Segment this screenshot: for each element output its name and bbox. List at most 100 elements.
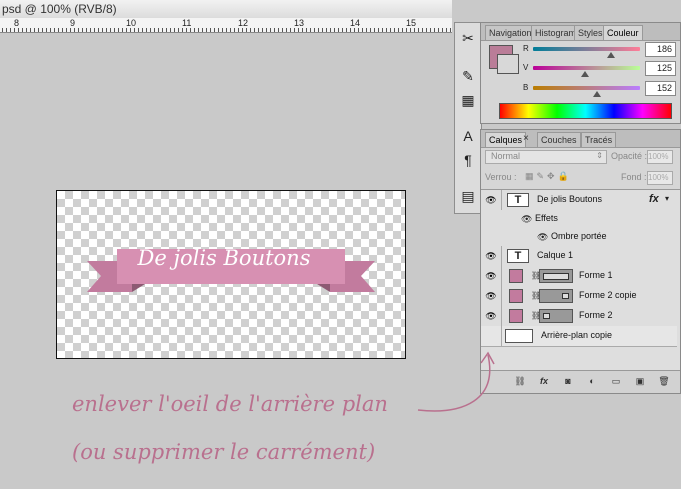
eye-icon[interactable]: 👁 bbox=[481, 190, 502, 210]
collapse-triangle-icon[interactable]: ▾ bbox=[665, 194, 669, 203]
ruler-tick bbox=[370, 28, 371, 32]
ruler-tick bbox=[82, 28, 83, 32]
color-spectrum-bar[interactable] bbox=[499, 103, 672, 119]
ruler-tick bbox=[150, 28, 151, 32]
ruler-tick bbox=[146, 28, 147, 32]
layer-row-de-jolis-boutons[interactable]: 👁 T De jolis Boutons fx ▾ bbox=[481, 190, 677, 211]
background-color-swatch[interactable] bbox=[497, 54, 519, 74]
ruler-tick bbox=[106, 28, 107, 32]
ruler-tick bbox=[198, 28, 199, 32]
annotation-line-1: enlever l'oeil de l'arrière plan bbox=[72, 392, 388, 416]
shape-color-thumbnail bbox=[509, 289, 523, 303]
visibility-toggle-empty[interactable] bbox=[481, 326, 502, 346]
ruler-tick bbox=[250, 28, 251, 32]
ruler-label: 8 bbox=[14, 18, 20, 28]
layer-row-calque-1[interactable]: 👁 T Calque 1 bbox=[481, 246, 677, 267]
eye-icon[interactable]: 👁 bbox=[481, 246, 502, 266]
tab-navigation[interactable]: Navigation bbox=[485, 25, 536, 40]
eye-icon[interactable]: 👁 bbox=[481, 306, 502, 326]
text-layer-icon: T bbox=[507, 193, 529, 207]
ruler-tick bbox=[306, 28, 307, 32]
eye-icon[interactable]: 👁 bbox=[537, 232, 548, 243]
layer-name: Forme 1 bbox=[579, 270, 613, 280]
document-title: psd @ 100% (RVB/8) bbox=[2, 2, 117, 16]
ruler-tick bbox=[282, 28, 283, 32]
ruler-tick bbox=[402, 28, 403, 32]
layer-row-arriere-plan-copie[interactable]: Arrière-plan copie bbox=[481, 326, 677, 347]
eye-icon[interactable]: 👁 bbox=[481, 286, 502, 306]
tab-couches[interactable]: Couches bbox=[537, 132, 581, 147]
ruler-label: 13 bbox=[294, 18, 305, 28]
ruler-tick bbox=[354, 28, 355, 32]
add-layer-style-icon[interactable]: fx bbox=[537, 376, 551, 387]
layer-row-ombre-portee[interactable]: 👁 Ombre portée bbox=[481, 228, 677, 247]
wand-brush-icon[interactable]: ✎ bbox=[457, 65, 479, 87]
ruler-tick bbox=[30, 28, 31, 32]
layer-row-effets[interactable]: 👁 Effets bbox=[481, 210, 677, 229]
eye-icon[interactable]: 👁 bbox=[481, 266, 502, 286]
ruler-label: 9 bbox=[70, 18, 76, 28]
channel-r-value[interactable]: 186 bbox=[645, 42, 676, 57]
ruler-tick bbox=[246, 28, 247, 32]
tab-couleur[interactable]: Couleur bbox=[603, 25, 643, 40]
crossed-tools-icon[interactable]: ✂ bbox=[457, 27, 479, 49]
tab-histogram[interactable]: Histogram bbox=[531, 25, 581, 40]
text-tool-icon[interactable]: A bbox=[457, 125, 479, 147]
ruler-tick bbox=[74, 28, 75, 32]
ruler-tick bbox=[126, 28, 127, 32]
ruler-tick bbox=[110, 28, 111, 32]
ruler-tick bbox=[14, 28, 15, 32]
layer-row-forme-2[interactable]: 👁 ⛓ Forme 2 bbox=[481, 306, 677, 327]
adjustment-layer-icon[interactable]: ◐ bbox=[585, 376, 599, 387]
channel-v-thumb[interactable] bbox=[581, 71, 590, 77]
layer-name: Ombre portée bbox=[551, 231, 607, 241]
ruler-tick bbox=[446, 28, 447, 32]
ruler-tick bbox=[46, 28, 47, 32]
channel-r-slider[interactable] bbox=[533, 47, 640, 51]
channel-b-label: B bbox=[523, 83, 529, 92]
channel-b-thumb[interactable] bbox=[593, 91, 602, 97]
ruler-tick bbox=[202, 28, 203, 32]
blend-mode-select[interactable]: Normal ⇕ bbox=[485, 150, 607, 164]
channel-r-thumb[interactable] bbox=[607, 52, 616, 58]
layer-name: Calque 1 bbox=[537, 250, 574, 260]
ruler-tick bbox=[26, 28, 27, 32]
ruler-tick bbox=[318, 28, 319, 32]
fill-field[interactable]: 100% bbox=[647, 171, 673, 185]
stamp-icon[interactable]: ▦ bbox=[457, 89, 479, 111]
image-canvas[interactable]: De jolis Boutons bbox=[56, 190, 406, 359]
channel-b-slider[interactable] bbox=[533, 86, 640, 90]
new-layer-icon[interactable]: ▣ bbox=[633, 376, 647, 387]
new-group-folder-icon[interactable]: ▭ bbox=[609, 376, 623, 387]
ruler-tick bbox=[238, 28, 239, 32]
ruler-tick bbox=[210, 28, 211, 32]
tab-calques[interactable]: Calques bbox=[485, 132, 527, 147]
color-panel: Navigation Histogram Styles Couleur R 18… bbox=[480, 22, 681, 124]
document-title-bar: psd @ 100% (RVB/8) bbox=[0, 0, 452, 19]
close-tab-icon[interactable]: × bbox=[523, 133, 529, 144]
trash-icon[interactable]: 🗑 bbox=[657, 376, 671, 387]
channel-r-label: R bbox=[523, 44, 529, 53]
ruler-tick bbox=[134, 28, 135, 32]
channel-b-value[interactable]: 152 bbox=[645, 81, 676, 96]
ruler-tick bbox=[366, 28, 367, 32]
add-mask-icon[interactable]: ◙ bbox=[561, 376, 575, 387]
ruler-tick bbox=[234, 28, 235, 32]
tab-styles[interactable]: Styles bbox=[574, 25, 607, 40]
notes-icon[interactable]: ▤ bbox=[457, 185, 479, 207]
eye-icon[interactable]: 👁 bbox=[521, 214, 532, 225]
tab-traces[interactable]: Tracés bbox=[581, 132, 617, 147]
channel-v-value[interactable]: 125 bbox=[645, 61, 676, 76]
lock-options-icons[interactable]: ▦✎✥🔒 bbox=[525, 171, 572, 182]
ruler-tick bbox=[114, 28, 115, 32]
channel-v-slider[interactable] bbox=[533, 66, 640, 70]
annotation-arrow bbox=[417, 351, 495, 412]
ruler-tick bbox=[58, 28, 59, 32]
paragraph-icon[interactable]: ¶ bbox=[457, 149, 479, 171]
layer-row-forme-1[interactable]: 👁 ⛓ Forme 1 bbox=[481, 266, 677, 287]
ruler-tick bbox=[226, 28, 227, 32]
layer-row-forme-2-copie[interactable]: 👁 ⛓ Forme 2 copie bbox=[481, 286, 677, 307]
opacity-field[interactable]: 100% bbox=[647, 150, 673, 164]
vector-mask-thumbnail bbox=[539, 269, 573, 283]
ruler-tick bbox=[218, 28, 219, 32]
